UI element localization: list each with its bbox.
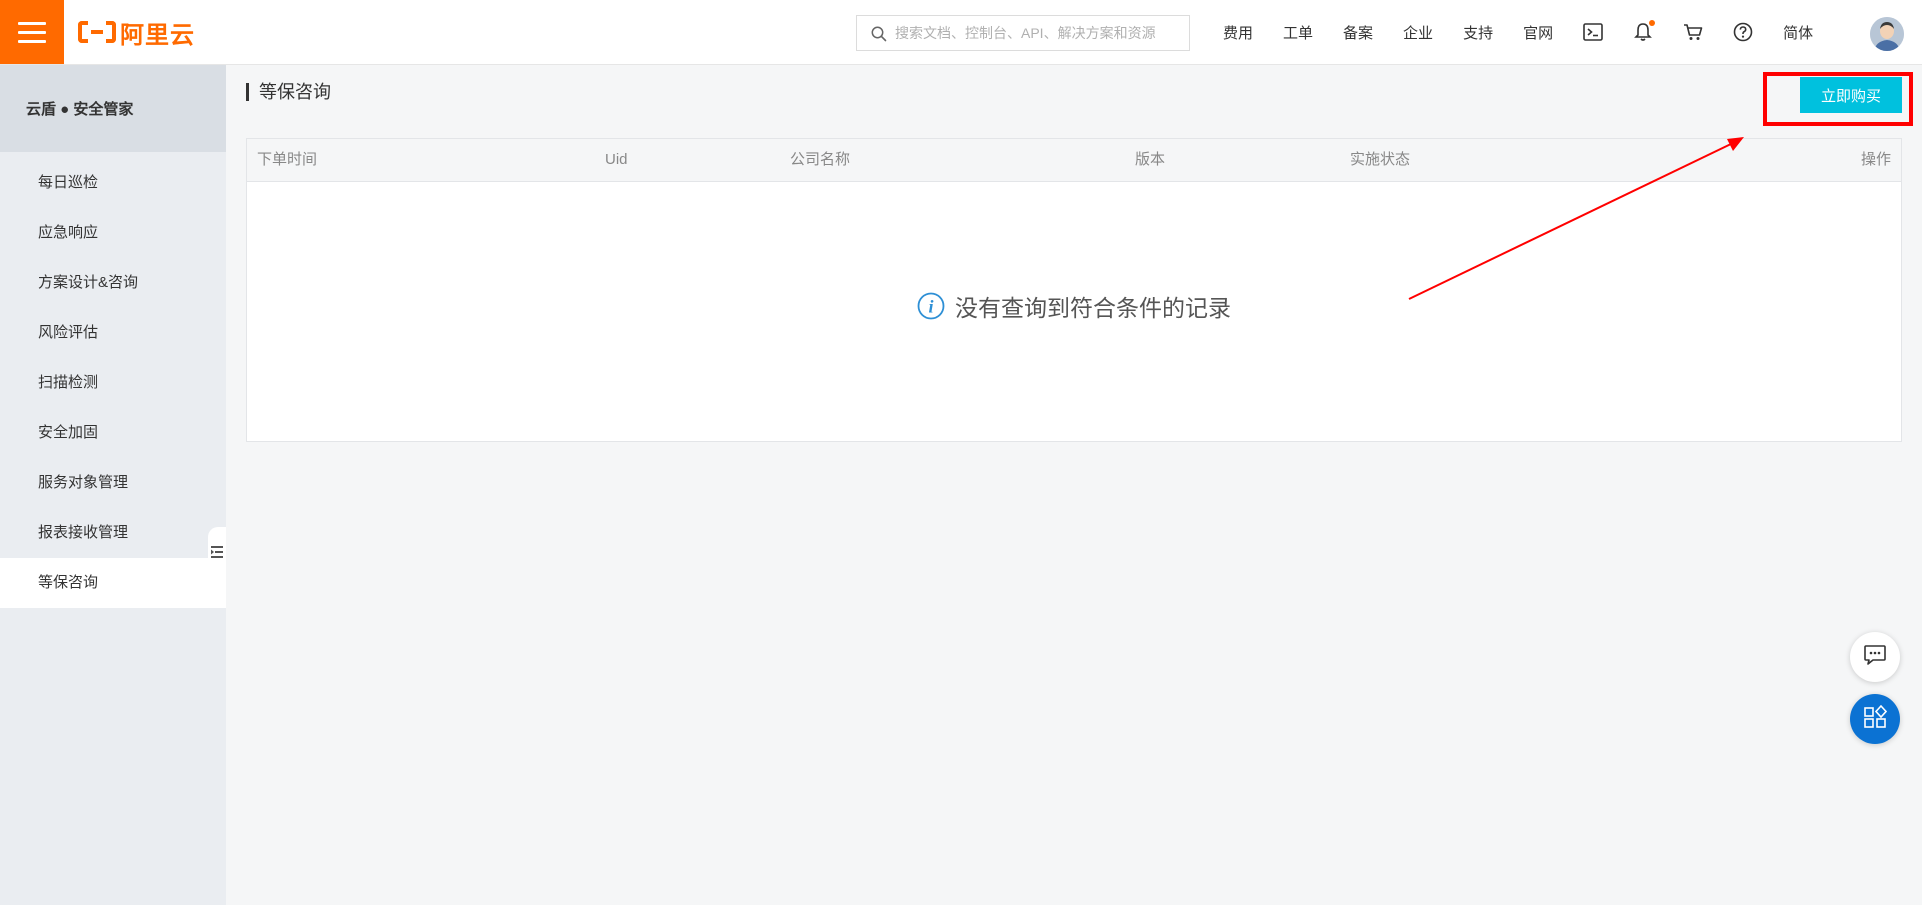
sidebar-menu: 每日巡检 应急响应 方案设计&咨询 风险评估 扫描检测 安全加固 服务对象管理 …: [0, 152, 226, 608]
sidebar-item-service-object-management[interactable]: 服务对象管理: [0, 458, 226, 508]
avatar[interactable]: [1870, 17, 1904, 51]
search-icon: [871, 26, 887, 42]
column-company-name: 公司名称: [790, 151, 851, 168]
logo-mark: [78, 21, 116, 43]
aliyun-logo[interactable]: 阿里云: [78, 16, 195, 49]
nav-icp-filing[interactable]: 备案: [1328, 22, 1388, 43]
table-header: 下单时间 Uid 公司名称 版本 实施状态 操作: [247, 139, 1901, 182]
info-icon: i: [917, 292, 945, 320]
terminal-icon[interactable]: [1582, 21, 1604, 43]
nav-support[interactable]: 支持: [1448, 22, 1508, 43]
empty-message: 没有查询到符合条件的记录: [955, 295, 1231, 321]
cart-icon[interactable]: [1682, 21, 1704, 43]
column-order-time: 下单时间: [257, 151, 318, 168]
nav-fees[interactable]: 费用: [1208, 22, 1268, 43]
column-uid: Uid: [605, 151, 628, 168]
main-content: 等保咨询 立即购买 下单时间 Uid 公司名称 版本 实施状态 操作 i 没有查…: [226, 65, 1922, 905]
sidebar-item-compliance-consulting[interactable]: 等保咨询: [0, 558, 226, 608]
nav-enterprise[interactable]: 企业: [1388, 22, 1448, 43]
apps-icon: [1863, 704, 1888, 734]
column-version: 版本: [1135, 151, 1166, 168]
sidebar-item-scan-detection[interactable]: 扫描检测: [0, 358, 226, 408]
buy-now-button[interactable]: 立即购买: [1800, 77, 1902, 113]
sidebar-item-solution-design[interactable]: 方案设计&咨询: [0, 258, 226, 308]
column-actions: 操作: [1860, 151, 1891, 168]
chat-icon: [1863, 644, 1887, 671]
top-bar: 阿里云 费用 工单 备案 企业 支持 官网: [0, 0, 1922, 65]
orders-table: 下单时间 Uid 公司名称 版本 实施状态 操作 i 没有查询到符合条件的记录: [246, 138, 1902, 442]
nav-tickets[interactable]: 工单: [1268, 22, 1328, 43]
search-box[interactable]: [856, 15, 1190, 51]
page-title: 等保咨询: [246, 83, 331, 101]
search-input[interactable]: [893, 17, 1189, 49]
sidebar: 云盾 ● 安全管家 每日巡检 应急响应 方案设计&咨询 风险评估 扫描检测 安全…: [0, 65, 226, 905]
bell-icon[interactable]: [1632, 20, 1656, 43]
empty-state: i 没有查询到符合条件的记录: [247, 289, 1901, 323]
top-nav: 费用 工单 备案 企业 支持 官网 简体: [1208, 0, 1828, 64]
sidebar-item-risk-assessment[interactable]: 风险评估: [0, 308, 226, 358]
notification-dot: [1649, 20, 1656, 26]
help-icon[interactable]: [1732, 21, 1754, 43]
menu-icon[interactable]: [0, 0, 64, 64]
sidebar-item-security-hardening[interactable]: 安全加固: [0, 408, 226, 458]
sidebar-collapse-icon[interactable]: [208, 527, 226, 577]
logo-text: 阿里云: [120, 21, 195, 49]
language-switch[interactable]: 简体: [1768, 22, 1828, 43]
svg-text:i: i: [928, 297, 933, 317]
sidebar-title: 云盾 ● 安全管家: [0, 65, 226, 152]
apps-button[interactable]: [1850, 694, 1900, 744]
chat-button[interactable]: [1850, 632, 1900, 682]
sidebar-item-emergency-response[interactable]: 应急响应: [0, 208, 226, 258]
sidebar-item-report-receiving[interactable]: 报表接收管理: [0, 508, 226, 558]
column-implementation-status: 实施状态: [1350, 151, 1411, 168]
sidebar-item-daily-inspection[interactable]: 每日巡检: [0, 158, 226, 208]
nav-official-site[interactable]: 官网: [1508, 22, 1568, 43]
